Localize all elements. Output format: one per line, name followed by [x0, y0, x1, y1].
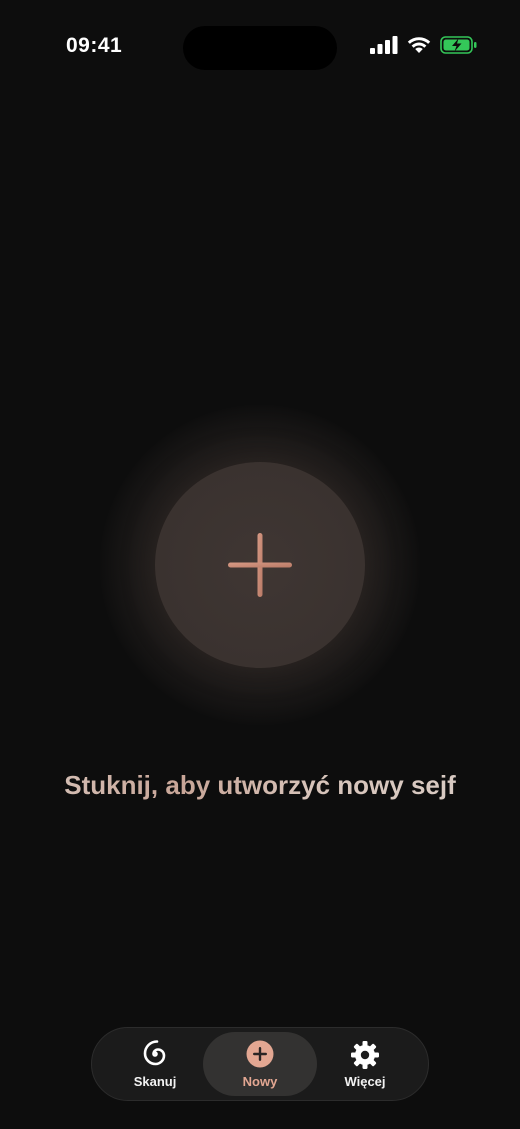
battery-charging-icon [440, 36, 478, 54]
plus-circle-icon [246, 1040, 274, 1068]
tab-new[interactable]: Nowy [203, 1032, 317, 1096]
tab-bar: Skanuj Nowy Więcej [91, 1027, 429, 1101]
dynamic-island [183, 26, 337, 70]
status-time: 09:41 [66, 34, 123, 57]
tab-more-label: Więcej [344, 1073, 386, 1089]
cellular-signal-icon [370, 36, 398, 54]
tab-new-label: Nowy [242, 1073, 278, 1089]
create-vault-button[interactable] [155, 462, 365, 668]
tab-scan-label: Skanuj [133, 1073, 177, 1089]
spiral-icon [141, 1039, 169, 1068]
plus-icon [228, 533, 292, 602]
tab-scan[interactable]: Skanuj [98, 1032, 212, 1096]
status-bar: 09:41 [0, 0, 520, 96]
gear-icon [350, 1040, 380, 1069]
tab-more[interactable]: Więcej [308, 1032, 422, 1096]
status-icons [370, 36, 478, 54]
create-vault-hint: Stuknij, aby utworzyć nowy sejf [0, 770, 520, 801]
wifi-icon [407, 36, 431, 54]
